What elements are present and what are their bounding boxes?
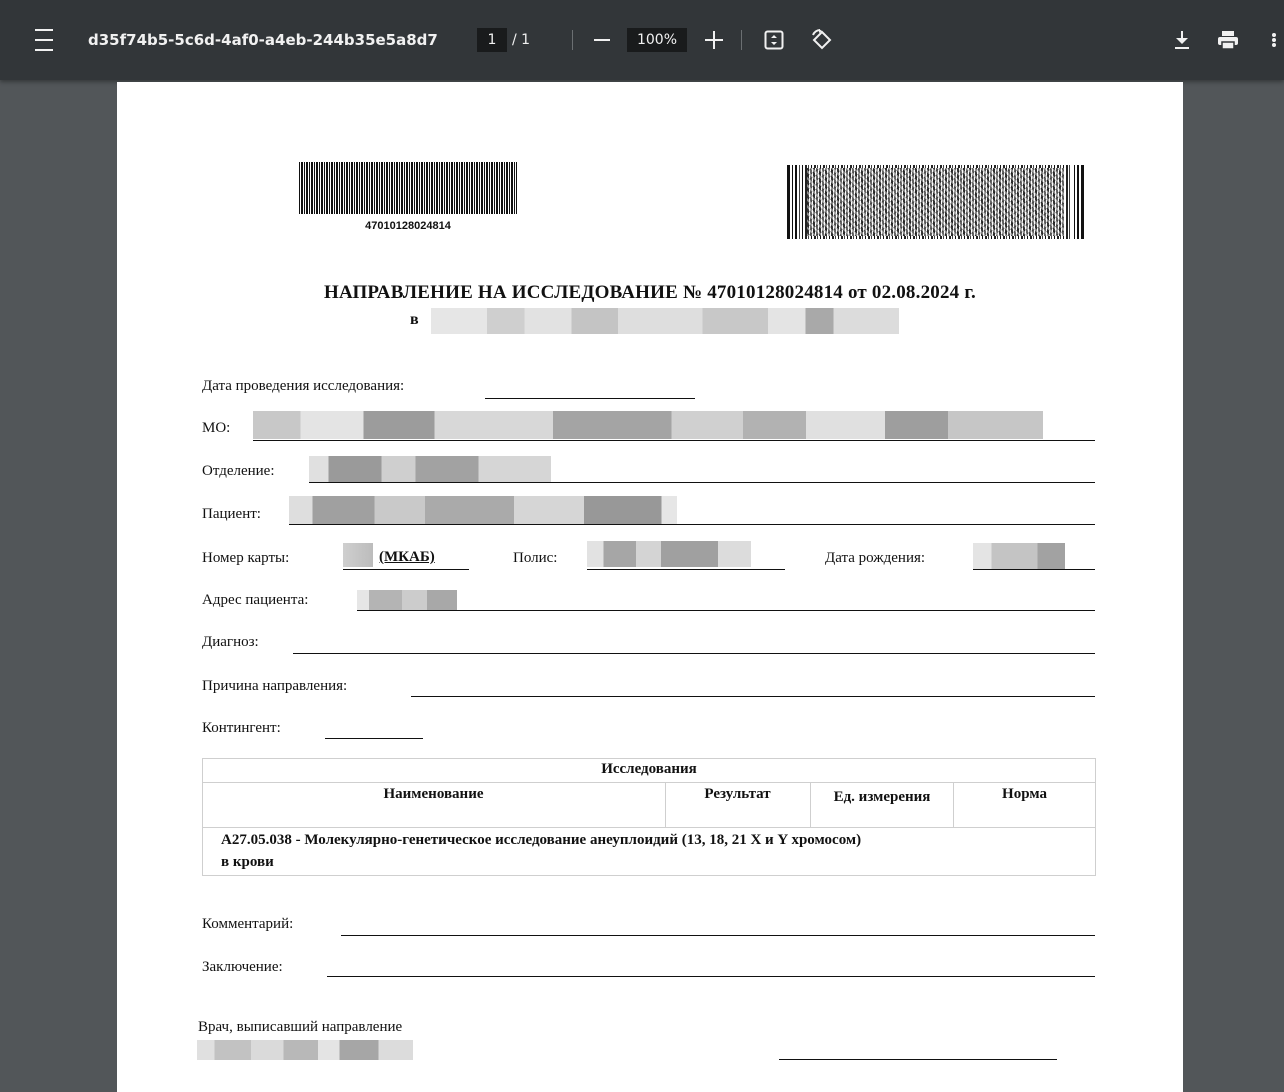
page-count: / 1 <box>512 32 531 48</box>
title-prefix: в <box>410 311 419 328</box>
redacted-patient <box>289 496 677 524</box>
field-card-number[interactable] <box>343 569 469 570</box>
barcode-number: 47010128024814 <box>365 220 451 232</box>
label-card-number: Номер карты: <box>202 550 290 566</box>
field-study-date[interactable] <box>485 398 695 399</box>
toolbar-divider <box>572 30 573 50</box>
label-policy: Полис: <box>513 550 558 566</box>
field-diagnosis[interactable] <box>293 653 1095 654</box>
table-divider <box>202 782 1096 783</box>
card-type-mkab: (МКАБ) <box>379 549 435 565</box>
label-contingent: Контингент: <box>202 720 281 736</box>
label-birth-date: Дата рождения: <box>825 550 926 566</box>
pdf-viewer-toolbar: d35f74b5-5c6d-4af0-a4eb-244b35e5a8d7 1 /… <box>0 0 1284 80</box>
column-header-unit: Ед. измерения <box>833 789 931 805</box>
plus-icon <box>705 31 723 49</box>
document-title-heading: НАПРАВЛЕНИЕ НА ИССЛЕДОВАНИЕ № 4701012802… <box>324 282 976 303</box>
fit-page-icon <box>764 30 784 50</box>
label-patient: Пациент: <box>202 506 261 522</box>
more-options-icon[interactable] <box>1268 28 1280 52</box>
field-birth-date[interactable] <box>973 569 1095 570</box>
zoom-out-button[interactable] <box>590 28 614 52</box>
label-diagnosis: Диагноз: <box>202 634 259 650</box>
table-row-study-name: A27.05.038 - Молекулярно-генетическое ис… <box>221 832 862 848</box>
document-title: d35f74b5-5c6d-4af0-a4eb-244b35e5a8d7 <box>88 31 438 49</box>
table-row-study-name-cont: в крови <box>221 854 274 870</box>
field-address[interactable] <box>357 610 1095 611</box>
field-comment[interactable] <box>341 935 1095 936</box>
pdf-page: 47010128024814 НАПРАВЛЕНИЕ НА ИССЛЕДОВАН… <box>117 82 1183 1092</box>
redacted-address <box>357 590 457 610</box>
redacted-birth-date <box>973 543 1065 569</box>
barcode-image <box>299 162 517 214</box>
print-button[interactable] <box>1214 28 1242 52</box>
field-policy[interactable] <box>587 569 785 570</box>
label-doctor: Врач, выписавший направление <box>198 1019 403 1035</box>
field-reason[interactable] <box>411 696 1095 697</box>
field-patient[interactable] <box>289 524 1095 525</box>
fit-to-page-button[interactable] <box>762 28 786 52</box>
redacted-policy <box>587 541 751 567</box>
label-study-date: Дата проведения исследования: <box>202 378 405 394</box>
table-divider <box>810 783 811 827</box>
page-number-input[interactable]: 1 <box>477 28 507 52</box>
redacted-mo <box>253 411 1043 439</box>
label-conclusion: Заключение: <box>202 959 283 975</box>
field-mo[interactable] <box>253 440 1095 441</box>
redacted-doctor-name <box>197 1040 413 1060</box>
label-mo: МО: <box>202 420 231 436</box>
column-header-norm: Норма <box>1002 786 1047 802</box>
redacted-department <box>309 456 551 482</box>
download-icon <box>1175 31 1189 49</box>
label-department: Отделение: <box>202 463 275 479</box>
field-doctor-signature[interactable] <box>779 1059 1057 1060</box>
table-caption: Исследования <box>601 761 697 777</box>
label-address: Адрес пациента: <box>202 592 309 608</box>
toolbar-divider <box>741 30 742 50</box>
rotate-button[interactable] <box>810 28 834 52</box>
label-comment: Комментарий: <box>202 916 294 932</box>
zoom-in-button[interactable] <box>702 28 726 52</box>
print-icon <box>1218 31 1238 50</box>
column-header-name: Наименование <box>383 786 484 802</box>
field-conclusion[interactable] <box>327 976 1095 977</box>
redacted-card-number <box>343 543 373 567</box>
column-header-result: Результат <box>704 786 771 802</box>
field-department[interactable] <box>309 482 1095 483</box>
label-reason: Причина направления: <box>202 678 348 694</box>
redacted-organization <box>431 308 899 334</box>
rotate-icon <box>812 29 832 50</box>
pdf417-barcode-pattern <box>807 168 1064 236</box>
field-contingent[interactable] <box>325 738 423 739</box>
download-button[interactable] <box>1170 28 1194 52</box>
menu-icon[interactable] <box>26 26 62 54</box>
table-divider <box>202 827 1096 828</box>
zoom-level-input[interactable]: 100% <box>627 28 687 52</box>
